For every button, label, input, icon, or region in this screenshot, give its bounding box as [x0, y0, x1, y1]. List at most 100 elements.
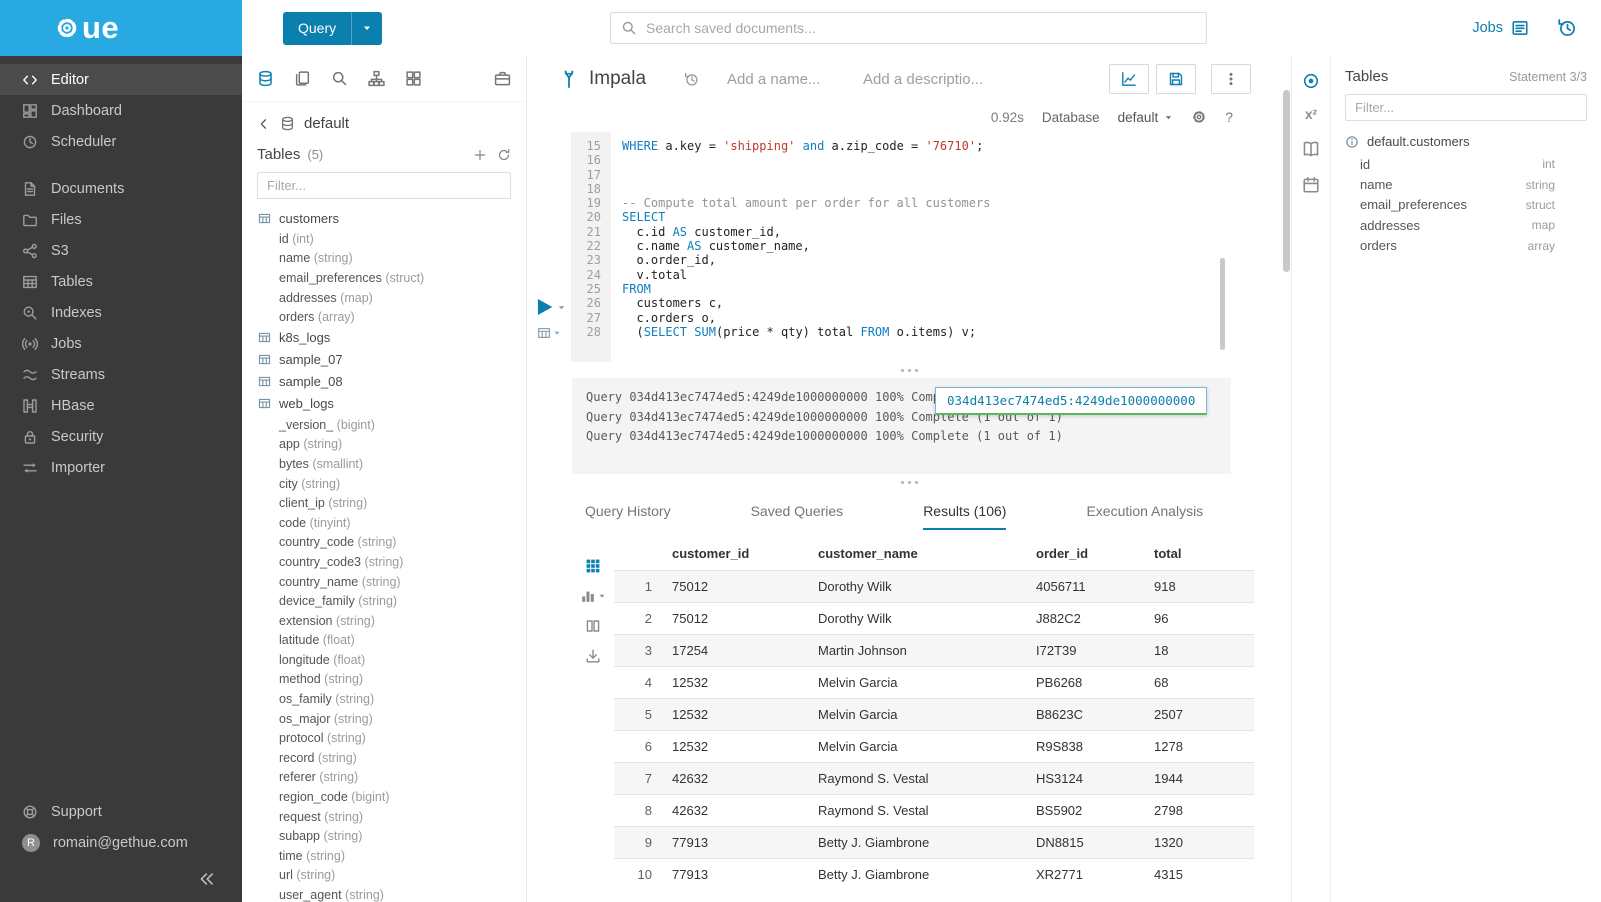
table-item[interactable]: customers	[242, 207, 526, 229]
search-input[interactable]	[646, 20, 1196, 36]
table-item[interactable]: web_logs	[242, 393, 526, 415]
column-item[interactable]: latitude (float)	[242, 631, 526, 651]
apps-icon[interactable]	[405, 70, 422, 87]
sitemap-icon[interactable]	[368, 70, 385, 87]
sidebar-item-streams[interactable]: Streams	[0, 359, 242, 390]
column-item[interactable]: country_code3 (string)	[242, 552, 526, 572]
column-item[interactable]: orders (array)	[242, 307, 526, 327]
column-item[interactable]: extension (string)	[242, 611, 526, 631]
tab-query-history[interactable]: Query History	[585, 503, 671, 530]
right-filter-input[interactable]	[1345, 94, 1587, 121]
column-item[interactable]: os_family (string)	[242, 689, 526, 709]
sidebar-item-documents[interactable]: Documents	[0, 173, 242, 204]
target-icon[interactable]	[1302, 72, 1320, 90]
superscript-icon[interactable]: x²	[1305, 108, 1317, 122]
chevron-down-icon[interactable]	[362, 23, 372, 33]
column-item[interactable]: idint	[1331, 154, 1601, 174]
tab-execution-analysis[interactable]: Execution Analysis	[1086, 503, 1203, 530]
resize-handle[interactable]	[527, 474, 1291, 490]
info-icon[interactable]	[1345, 135, 1359, 149]
query-id-popover[interactable]: 034d413ec7474ed5:4249de1000000000	[935, 387, 1207, 415]
sidebar-item-indexes[interactable]: Indexes	[0, 297, 242, 328]
table-row[interactable]: 1077913Betty J. GiambroneXR27714315	[614, 859, 1254, 891]
table-row[interactable]: 175012Dorothy Wilk4056711918	[614, 571, 1254, 603]
assist-filter-input[interactable]	[257, 172, 511, 199]
column-item[interactable]: client_ip (string)	[242, 493, 526, 513]
table-item[interactable]: k8s_logs	[242, 327, 526, 349]
sidebar-item-tables[interactable]: Tables	[0, 266, 242, 297]
calendar-icon[interactable]	[1302, 176, 1320, 194]
settings-gear-icon[interactable]	[1191, 109, 1207, 125]
column-item[interactable]: region_code (bigint)	[242, 787, 526, 807]
back-icon[interactable]	[257, 117, 271, 131]
jobs-link[interactable]: Jobs	[1472, 19, 1529, 37]
table-row[interactable]: 842632Raymond S. VestalBS59022798	[614, 795, 1254, 827]
table-row[interactable]: 612532Melvin GarciaR9S8381278	[614, 731, 1254, 763]
column-item[interactable]: ordersarray	[1331, 236, 1601, 256]
column-item[interactable]: city (string)	[242, 474, 526, 494]
column-item[interactable]: protocol (string)	[242, 728, 526, 748]
column-item[interactable]: namestring	[1331, 174, 1601, 194]
column-item[interactable]: os_major (string)	[242, 709, 526, 729]
column-item[interactable]: email_preferencesstruct	[1331, 195, 1601, 215]
sidebar-item-hbase[interactable]: HBase	[0, 390, 242, 421]
column-item[interactable]: app (string)	[242, 435, 526, 455]
column-item[interactable]: email_preferences (struct)	[242, 268, 526, 288]
tab-results-106[interactable]: Results (106)	[923, 503, 1006, 530]
column-item[interactable]: country_name (string)	[242, 572, 526, 592]
column-item[interactable]: subapp (string)	[242, 826, 526, 846]
save-button[interactable]	[1156, 64, 1196, 94]
add-table-icon[interactable]	[473, 148, 487, 162]
column-item[interactable]: user_agent (string)	[242, 885, 526, 902]
download-icon-button[interactable]	[585, 648, 601, 664]
table-row[interactable]: 742632Raymond S. VestalHS31241944	[614, 763, 1254, 795]
database-icon[interactable]	[257, 70, 274, 87]
more-actions-button[interactable]	[1211, 64, 1251, 94]
hue-logo[interactable]: ue	[0, 0, 242, 56]
table-item[interactable]: sample_08	[242, 371, 526, 393]
chart-button[interactable]	[1109, 64, 1149, 94]
column-item[interactable]: referer (string)	[242, 768, 526, 788]
sidebar-item-editor[interactable]: Editor	[0, 64, 242, 95]
code-editor[interactable]: 15WHERE a.key = 'shipping' and a.zip_cod…	[527, 132, 1291, 362]
book-icon[interactable]	[1302, 140, 1320, 158]
query-name-input[interactable]	[727, 71, 835, 88]
column-item[interactable]: name (string)	[242, 249, 526, 269]
refresh-icon[interactable]	[497, 148, 511, 162]
active-table-row[interactable]: default.customers	[1331, 127, 1601, 154]
new-query-button[interactable]: Query	[283, 12, 382, 45]
table-row[interactable]: 512532Melvin GarciaB8623C2507	[614, 699, 1254, 731]
column-item[interactable]: id (int)	[242, 229, 526, 249]
column-item[interactable]: method (string)	[242, 670, 526, 690]
column-item[interactable]: bytes (smallint)	[242, 454, 526, 474]
column-item[interactable]: _version_ (bigint)	[242, 415, 526, 435]
editor-scrollbar[interactable]	[1220, 258, 1225, 350]
database-select[interactable]: default	[1118, 110, 1174, 125]
column-item[interactable]: url (string)	[242, 866, 526, 886]
bar-chart-icon-button[interactable]	[580, 588, 606, 604]
table-row[interactable]: 977913Betty J. GiambroneDN88151320	[614, 827, 1254, 859]
sidebar-item-security[interactable]: Security	[0, 421, 242, 452]
snippet-type-button[interactable]	[537, 326, 561, 340]
sidebar-item-importer[interactable]: Importer	[0, 452, 242, 483]
column-item[interactable]: request (string)	[242, 807, 526, 827]
column-item[interactable]: time (string)	[242, 846, 526, 866]
copy-icon[interactable]	[294, 70, 311, 87]
column-item[interactable]: device_family (string)	[242, 591, 526, 611]
table-row[interactable]: 412532Melvin GarciaPB626868	[614, 667, 1254, 699]
column-item[interactable]: record (string)	[242, 748, 526, 768]
search-icon[interactable]	[331, 70, 348, 87]
collapse-sidebar-icon[interactable]	[198, 870, 216, 888]
sidebar-item-scheduler[interactable]: Scheduler	[0, 126, 242, 157]
sidebar-item-jobs[interactable]: Jobs	[0, 328, 242, 359]
snippet-history-icon[interactable]	[684, 72, 699, 87]
resize-handle[interactable]	[527, 362, 1291, 378]
column-item[interactable]: addressesmap	[1331, 215, 1601, 235]
table-row[interactable]: 275012Dorothy WilkJ882C296	[614, 603, 1254, 635]
query-history-icon[interactable]	[1557, 18, 1577, 38]
sidebar-item-files[interactable]: Files	[0, 204, 242, 235]
query-description-input[interactable]	[863, 71, 983, 88]
sidebar-item-romain-gethue-com[interactable]: Rromain@gethue.com	[0, 827, 242, 858]
tab-saved-queries[interactable]: Saved Queries	[751, 503, 844, 530]
grid-icon-button[interactable]	[585, 558, 601, 574]
